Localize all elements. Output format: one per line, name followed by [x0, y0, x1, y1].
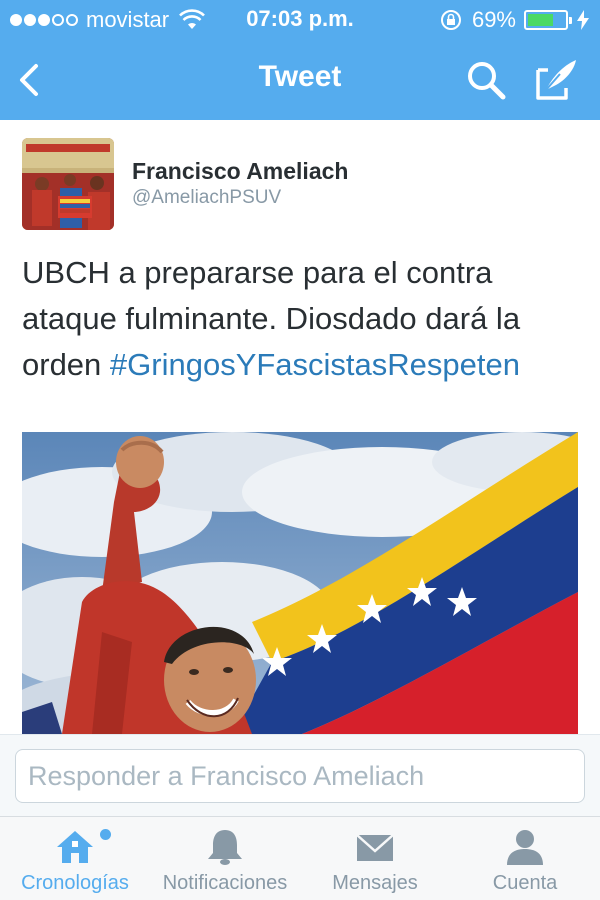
navigation-bar: Tweet: [0, 40, 600, 120]
reply-input[interactable]: [15, 749, 585, 803]
author-name[interactable]: Francisco Ameliach: [132, 158, 348, 185]
envelope-icon: [356, 834, 394, 861]
status-bar: movistar 07:03 p.m. 69%: [0, 0, 600, 40]
avatar[interactable]: [22, 138, 114, 230]
compose-icon[interactable]: [534, 56, 580, 102]
tab-label: Notificaciones: [162, 872, 288, 894]
tab-cuenta[interactable]: Cuenta: [450, 817, 600, 900]
tweet-text: UBCH a prepararse para el contra ataque …: [22, 250, 582, 388]
top-bar: movistar 07:03 p.m. 69% Tweet: [0, 0, 600, 120]
tab-bar: Cronologías Notificaciones Mensajes Cuen…: [0, 816, 600, 900]
person-icon: [507, 830, 543, 865]
battery-icon: [524, 10, 572, 30]
battery-level: [528, 14, 553, 26]
avatar-image: [22, 138, 114, 230]
battery-percent: 69%: [471, 7, 516, 32]
author-handle[interactable]: @AmeliachPSUV: [132, 187, 281, 209]
hashtag-link[interactable]: #GringosYFascistasRespeten: [110, 347, 520, 382]
photo-image: [22, 432, 578, 734]
charging-bolt-icon: [577, 10, 589, 30]
tab-mensajes[interactable]: Mensajes: [300, 817, 450, 900]
battery-nub: [569, 17, 572, 24]
tab-label: Cronologías: [21, 872, 129, 894]
unread-dot: [100, 829, 111, 840]
page-title: Tweet: [258, 60, 342, 93]
status-right: 69%: [440, 6, 590, 34]
reply-bar: [0, 734, 600, 816]
bell-icon: [208, 830, 242, 865]
tab-label: Mensajes: [332, 872, 418, 894]
tweet-photo[interactable]: [22, 432, 578, 734]
tab-label: Cuenta: [492, 872, 558, 894]
rotation-lock-icon: [440, 10, 461, 30]
home-icon: [57, 831, 93, 863]
tweet-detail-screen: movistar 07:03 p.m. 69% Tweet Francisco …: [0, 0, 600, 900]
search-icon[interactable]: [464, 58, 508, 102]
tab-cronologias[interactable]: Cronologías: [0, 817, 150, 900]
tab-notificaciones[interactable]: Notificaciones: [150, 817, 300, 900]
